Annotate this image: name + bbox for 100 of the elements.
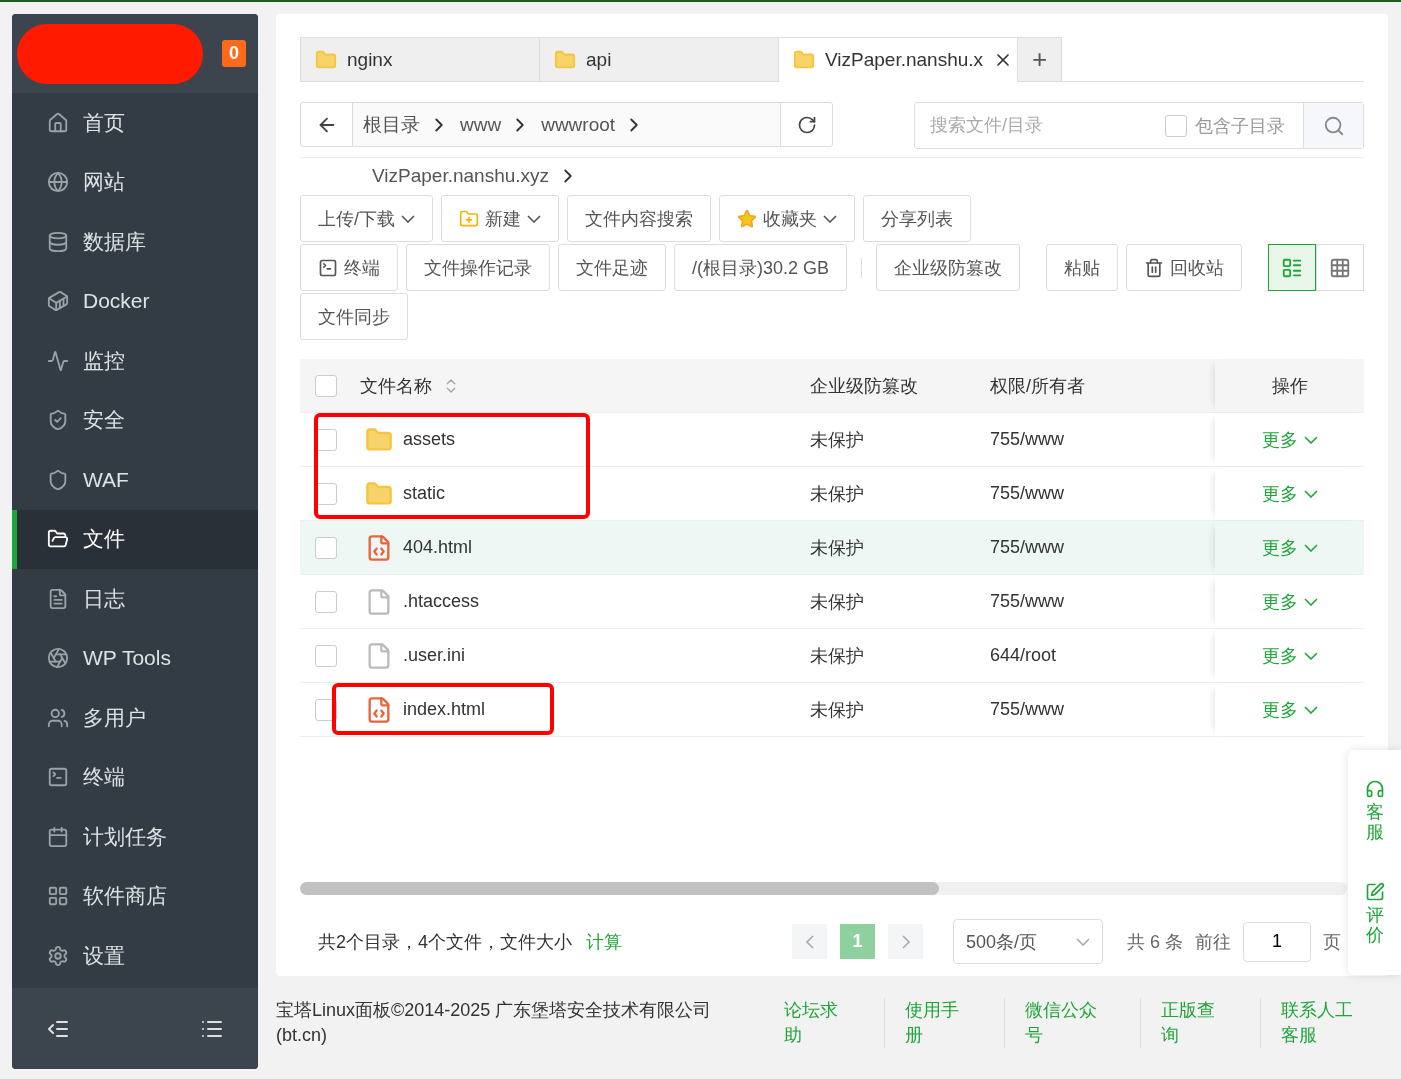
folder-tab[interactable]: VizPaper.nanshu.x [778, 37, 1018, 82]
caret-icon [527, 214, 541, 223]
toolbar-button[interactable]: 粘贴 [1046, 244, 1119, 291]
permission-cell: 755/www [990, 429, 1065, 450]
sidebar-item[interactable]: 安全 [12, 390, 258, 450]
sidebar-item[interactable]: 软件商店 [12, 866, 258, 926]
breadcrumb-link[interactable]: VizPaper.nanshu.xyz [362, 164, 558, 187]
select-all-checkbox[interactable] [315, 374, 337, 397]
new-tab-button[interactable]: + [1017, 37, 1062, 81]
file-row[interactable]: assets 未保护 755/www 更多 [300, 413, 1364, 467]
toolbar-button[interactable]: 回收站 [1126, 244, 1243, 291]
toolbar-button[interactable]: 收藏夹 [719, 195, 855, 242]
document-icon [47, 587, 69, 610]
folder-icon [793, 49, 815, 71]
protection-status: 未保护 [810, 428, 864, 452]
caret-icon [1076, 937, 1091, 946]
toolbar-button[interactable]: 上传/下载 [300, 195, 433, 242]
column-header[interactable]: 文件名称 [360, 373, 432, 398]
file-name[interactable]: static [403, 483, 445, 504]
caret-icon [823, 214, 837, 223]
copyright-text: 宝塔Linux面板©2014-2025 广东堡塔安全技术有限公司(bt.cn) [276, 999, 713, 1048]
caret-icon [401, 214, 415, 223]
file-row[interactable]: static 未保护 755/www 更多 [300, 467, 1364, 521]
sidebar-item[interactable]: WAF [12, 450, 258, 510]
file-name[interactable]: index.html [403, 699, 486, 720]
toolbar-button[interactable]: 文件内容搜索 [567, 195, 711, 242]
star-icon [737, 208, 757, 229]
file-name[interactable]: .htaccess [403, 591, 480, 612]
shield-icon [47, 468, 69, 491]
column-header: 企业级防篡改 [810, 374, 918, 398]
horizontal-scrollbar[interactable] [300, 882, 1347, 895]
toolbar-button[interactable]: 终端 [300, 244, 398, 291]
container-icon [47, 290, 69, 313]
grid-icon [1329, 256, 1351, 279]
row-checkbox[interactable] [315, 536, 337, 559]
file-name[interactable]: 404.html [403, 537, 473, 558]
sidebar-item[interactable]: 首页 [12, 93, 258, 153]
breadcrumb-link[interactable]: wwwroot [531, 113, 624, 136]
trash-icon [1144, 257, 1165, 278]
toolbar-button[interactable]: 文件足迹 [558, 244, 666, 291]
chevron-right-icon [901, 934, 910, 949]
caret-icon [1304, 651, 1318, 660]
sidebar-item[interactable]: WP Tools [12, 628, 258, 688]
toolbar-button[interactable]: 文件同步 [300, 293, 408, 340]
sidebar-item[interactable]: 多用户 [12, 688, 258, 748]
folder-icon [365, 425, 393, 454]
file-name[interactable]: assets [403, 429, 456, 450]
permission-cell: 755/www [990, 483, 1065, 504]
pulse-icon [47, 349, 69, 372]
breadcrumb-link[interactable]: www [450, 113, 510, 136]
toolbar-button[interactable]: 企业级防篡改 [876, 244, 1021, 291]
sidebar-item[interactable]: 日志 [12, 569, 258, 629]
list-view-button[interactable] [1268, 244, 1316, 291]
protection-status: 未保护 [810, 590, 864, 614]
permission-cell: 755/www [990, 699, 1065, 720]
prev-page-button[interactable] [792, 924, 828, 959]
search-button[interactable] [1303, 103, 1363, 148]
sidebar-item[interactable]: Docker [12, 271, 258, 331]
folder-icon [554, 48, 576, 71]
summary-text: 共2个目录，4个文件，文件大小 [318, 930, 573, 954]
toolbar-button[interactable]: 文件操作记录 [406, 244, 550, 291]
grid-view-button[interactable] [1316, 244, 1364, 291]
list-icon [1281, 256, 1303, 279]
row-checkbox[interactable] [315, 590, 337, 613]
row-checkbox[interactable] [315, 644, 337, 667]
total-count: 共 6 条 [1127, 930, 1184, 954]
file-row[interactable]: index.html 未保护 755/www 更多 [300, 683, 1364, 737]
sidebar-item[interactable]: 设置 [12, 926, 258, 986]
sidebar-item[interactable]: 监控 [12, 331, 258, 391]
page-input[interactable]: 1 [1243, 921, 1312, 962]
folder-icon [315, 48, 337, 71]
toolbar-button[interactable]: 分享列表 [863, 195, 971, 242]
page-size-select[interactable]: 500条/页 [953, 919, 1104, 964]
column-header: 操作 [1272, 374, 1308, 398]
database-icon [47, 230, 69, 253]
caret-icon [1304, 435, 1318, 444]
headset-icon[interactable] [1364, 779, 1385, 800]
page-suffix: 页 [1323, 930, 1342, 954]
caret-icon [1304, 543, 1318, 552]
file-row[interactable]: 404.html 未保护 755/www 更多 [300, 521, 1364, 575]
breadcrumb-link[interactable]: 根目录 [353, 111, 428, 138]
toolbar-button[interactable]: 新建 [441, 195, 559, 242]
file-row[interactable]: .htaccess 未保护 755/www 更多 [300, 575, 1364, 629]
next-page-button[interactable] [888, 924, 924, 959]
file-row[interactable]: .user.ini 未保护 644/root 更多 [300, 629, 1364, 683]
edit-icon[interactable] [1364, 881, 1385, 902]
caret-icon [1304, 489, 1318, 498]
sidebar-item[interactable]: 文件 [12, 509, 258, 569]
folder-tab[interactable]: api [539, 37, 779, 81]
caret-icon [1304, 705, 1318, 714]
sidebar-item[interactable]: 计划任务 [12, 807, 258, 867]
sidebar-item[interactable]: 网站 [12, 152, 258, 212]
search-icon [1322, 114, 1345, 137]
sidebar-item[interactable]: 数据库 [12, 212, 258, 272]
home-icon [47, 111, 69, 134]
sidebar-item[interactable]: 终端 [12, 747, 258, 807]
file-name[interactable]: .user.ini [403, 645, 466, 666]
permission-cell: 644/root [990, 645, 1057, 666]
folder-tab[interactable]: nginx [300, 37, 540, 81]
toolbar-button[interactable]: /(根目录)30.2 GB [674, 244, 848, 291]
